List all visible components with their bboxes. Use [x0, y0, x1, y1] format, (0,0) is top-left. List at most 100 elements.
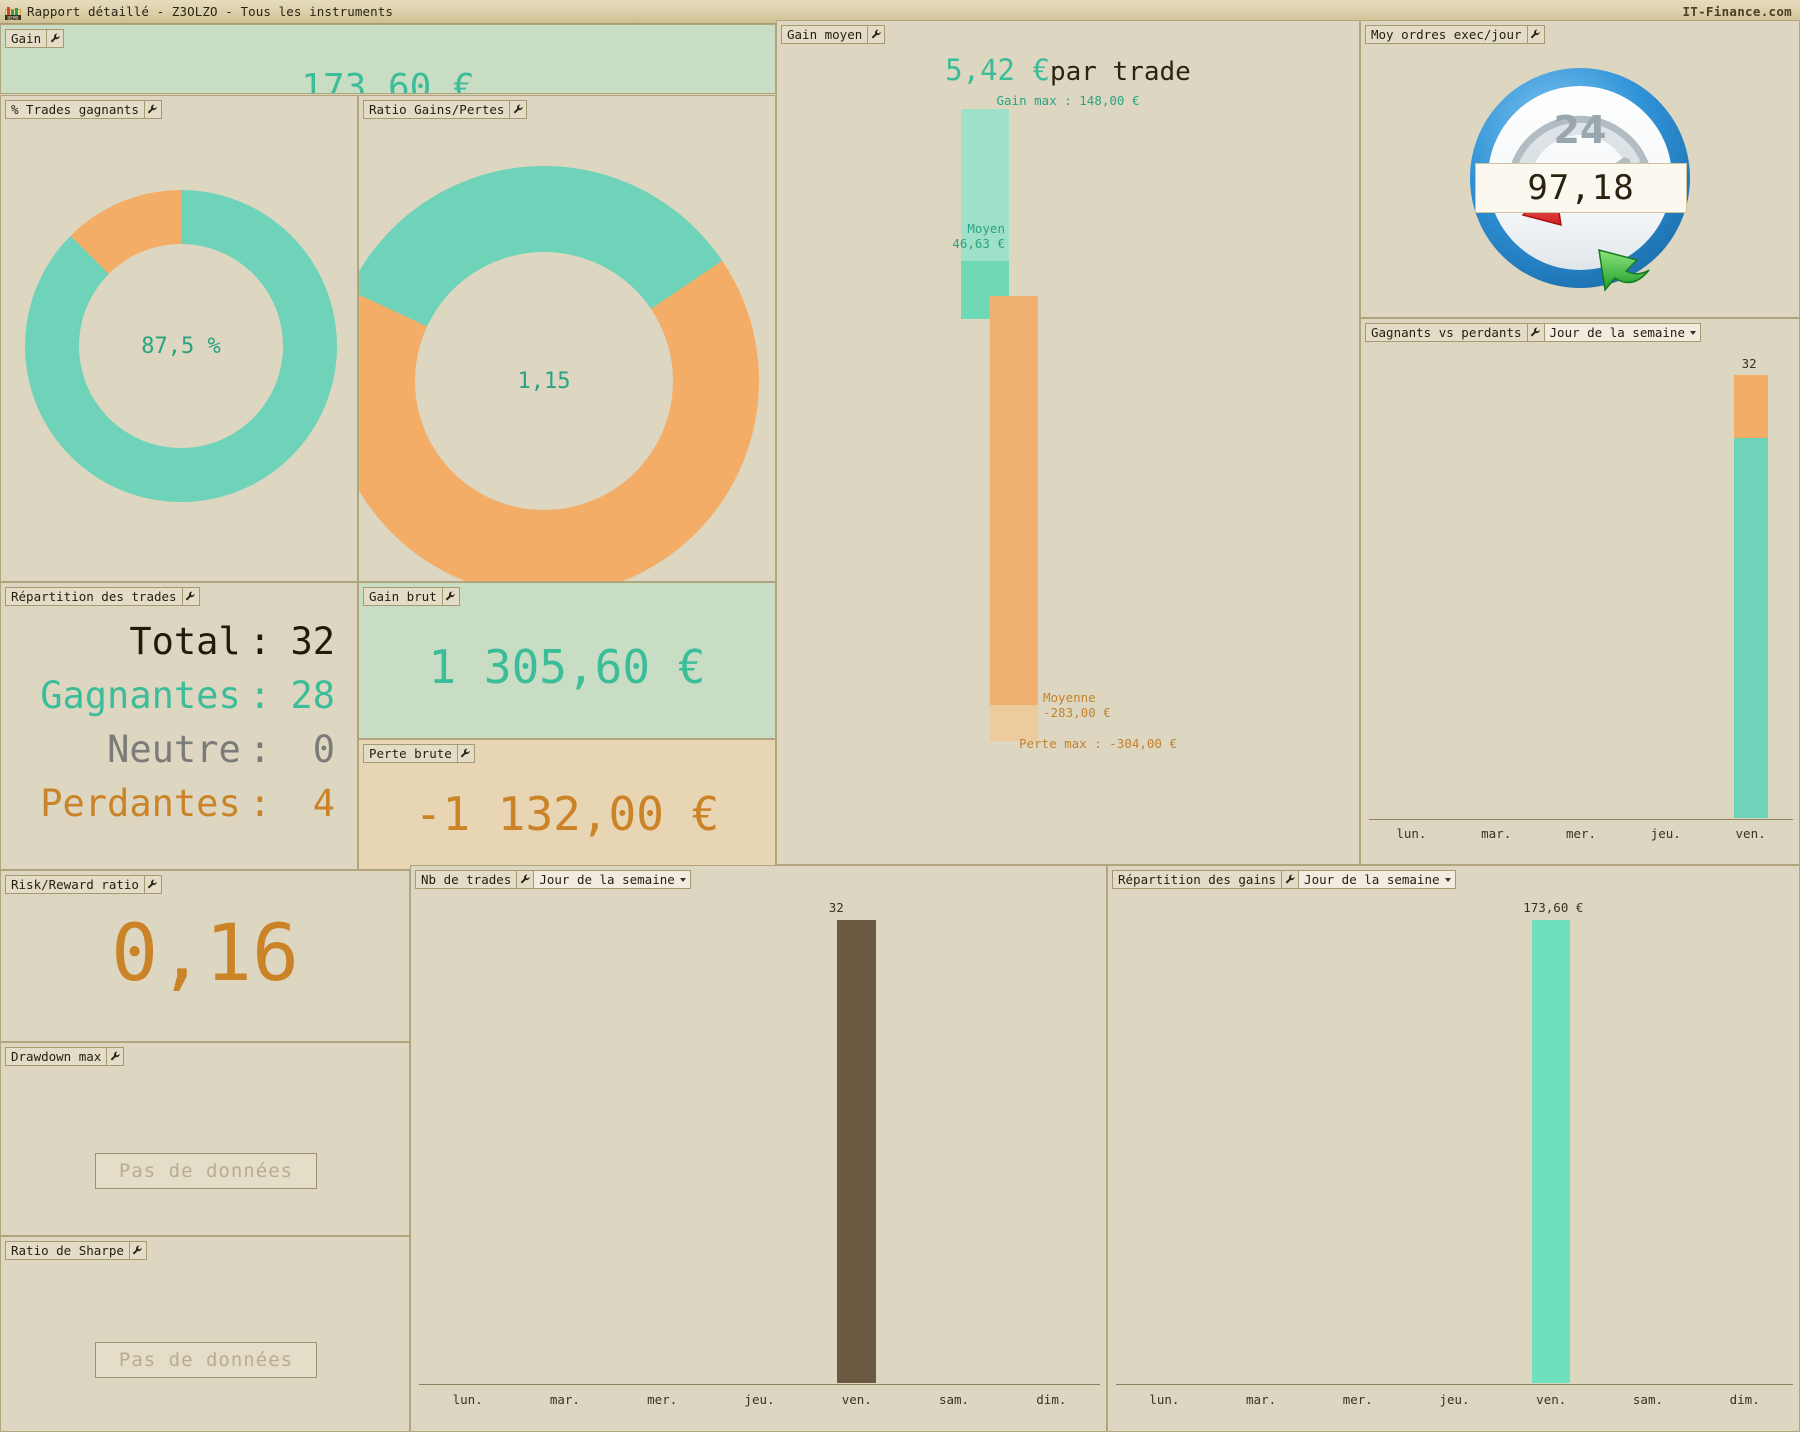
- tick-ven: ven.: [841, 1392, 872, 1407]
- panel-repartition-gains[interactable]: Répartition des gains Jour de la semaine…: [1107, 865, 1800, 1432]
- panel-ratio-header[interactable]: Ratio Gains/Pertes: [363, 100, 528, 119]
- risk-reward-value: 0,16: [111, 909, 299, 999]
- panel-nb-de-trades[interactable]: Nb de trades Jour de la semaine 32 lun. …: [410, 865, 1107, 1432]
- panel-repartition-gains-title: Répartition des gains: [1112, 870, 1283, 889]
- perte-brute-value: -1 132,00 €: [414, 787, 720, 841]
- repartition-gains-dropdown[interactable]: Jour de la semaine: [1299, 870, 1456, 889]
- nbt-axis: [419, 1384, 1100, 1385]
- panel-nb-de-trades-header[interactable]: Nb de trades Jour de la semaine: [415, 870, 691, 889]
- gagnants-vs-perdants-dropdown[interactable]: Jour de la semaine: [1544, 323, 1701, 342]
- stat-value: 0: [312, 728, 335, 771]
- tick-mar: mar.: [1481, 826, 1512, 841]
- panel-repartition-gains-header[interactable]: Répartition des gains Jour de la semaine: [1112, 870, 1456, 889]
- panel-ratio-gains-pertes[interactable]: Ratio Gains/Pertes 1,15: [358, 95, 776, 582]
- panel-drawdown-max-title: Drawdown max: [5, 1047, 108, 1066]
- moyen-label: Moyen: [967, 221, 1005, 236]
- svg-text:DEMO: DEMO: [7, 15, 18, 20]
- tick-jeu: jeu.: [1650, 826, 1681, 841]
- panel-gagnants-vs-perdants-title: Gagnants vs perdants: [1365, 323, 1528, 342]
- chevron-down-icon: [1444, 877, 1451, 882]
- tick-sam: sam.: [1632, 1392, 1663, 1407]
- panel-perte-brute-header[interactable]: Perte brute: [363, 744, 475, 763]
- panel-nb-de-trades-title: Nb de trades: [415, 870, 518, 889]
- panel-risk-reward[interactable]: Risk/Reward ratio 0,16: [0, 870, 410, 1042]
- panel-ratio-title: Ratio Gains/Pertes: [363, 100, 511, 119]
- window-title-text: Rapport détaillé - Z3OLZO - Tous les ins…: [27, 4, 394, 19]
- ratio-sharpe-empty-button[interactable]: Pas de données: [95, 1342, 317, 1378]
- wrench-icon[interactable]: [442, 587, 460, 606]
- wrench-icon[interactable]: [144, 100, 162, 119]
- wrench-icon[interactable]: [1282, 870, 1300, 889]
- stat-value: 28: [290, 674, 335, 717]
- tick-dim: dim.: [1036, 1392, 1067, 1407]
- gvp-bar-data-label: 32: [1741, 356, 1757, 371]
- dropdown-label: Jour de la semaine: [1549, 325, 1685, 340]
- panel-repartition-trades-header[interactable]: Répartition des trades: [5, 587, 200, 606]
- gvp-axis: [1369, 819, 1793, 820]
- report-demo-icon: DEMO: [5, 5, 21, 21]
- panel-gain-moyen[interactable]: Gain moyen 5,42 € par trade Gain max : 1…: [776, 20, 1360, 865]
- panel-perte-brute[interactable]: Perte brute -1 132,00 €: [358, 739, 776, 870]
- panel-ratio-sharpe[interactable]: Ratio de Sharpe Pas de données: [0, 1236, 410, 1432]
- tick-mar: mar.: [549, 1392, 580, 1407]
- wrench-icon[interactable]: [517, 870, 535, 889]
- trades-gagnants-center-value: 87,5 %: [141, 333, 221, 359]
- panel-ratio-sharpe-header[interactable]: Ratio de Sharpe: [5, 1241, 147, 1260]
- tick-dim: dim.: [1729, 1392, 1760, 1407]
- ratio-gains-pertes-donut: 1,15: [359, 166, 759, 581]
- nb-de-trades-dropdown[interactable]: Jour de la semaine: [534, 870, 691, 889]
- panel-gain[interactable]: Gain 173,60 €: [0, 24, 776, 94]
- panel-gain-brut[interactable]: Gain brut 1 305,60 €: [358, 582, 776, 739]
- gain-max-label: Gain max : 148,00 €: [996, 93, 1140, 108]
- repartition-trades-stats: Total : 32 Gagnantes : 28 Neutre : 0 Per…: [1, 615, 357, 831]
- stat-row-gagnantes: Gagnantes : 28: [1, 669, 357, 723]
- gain-moyen-headline: 5,42 € par trade: [777, 53, 1359, 87]
- panel-trades-gagnants-header[interactable]: % Trades gagnants: [5, 100, 162, 119]
- panel-drawdown-max-header[interactable]: Drawdown max: [5, 1047, 125, 1066]
- stat-label: Perdantes: [40, 782, 241, 825]
- drawdown-max-empty-button[interactable]: Pas de données: [95, 1153, 317, 1189]
- chevron-down-icon: [679, 877, 686, 882]
- panel-gain-brut-header[interactable]: Gain brut: [363, 587, 460, 606]
- wrench-icon[interactable]: [107, 1047, 125, 1066]
- clock-hour-number: 24: [1554, 108, 1607, 152]
- wrench-icon[interactable]: [47, 29, 65, 48]
- panel-gain-moyen-header[interactable]: Gain moyen: [781, 25, 886, 44]
- wrench-icon[interactable]: [129, 1241, 147, 1260]
- rdg-bar-ven: [1532, 920, 1571, 1383]
- panel-ratio-sharpe-title: Ratio de Sharpe: [5, 1241, 130, 1260]
- panel-moy-ordres-header[interactable]: Moy ordres exec/jour: [1365, 25, 1545, 44]
- wrench-icon[interactable]: [1527, 25, 1545, 44]
- wrench-icon[interactable]: [1527, 323, 1545, 342]
- wrench-icon[interactable]: [510, 100, 528, 119]
- panel-drawdown-max[interactable]: Drawdown max Pas de données: [0, 1042, 410, 1236]
- panel-trades-gagnants[interactable]: % Trades gagnants 87,5 %: [0, 95, 358, 582]
- wrench-icon[interactable]: [457, 744, 475, 763]
- panel-repartition-trades[interactable]: Répartition des trades Total : 32 Gagnan…: [0, 582, 358, 870]
- brand-label: IT-Finance.com: [1682, 4, 1792, 19]
- panel-moy-ordres[interactable]: Moy ordres exec/jour 24 97,18: [1360, 20, 1800, 318]
- panel-gain-header[interactable]: Gain: [5, 29, 65, 48]
- wrench-icon[interactable]: [144, 875, 162, 894]
- trades-gagnants-donut: 87,5 %: [25, 190, 337, 502]
- nbt-tick-labels: lun. mar. mer. jeu. ven. sam. dim.: [419, 1392, 1100, 1407]
- tick-lun: lun.: [1149, 1392, 1180, 1407]
- rdg-axis: [1116, 1384, 1793, 1385]
- panel-risk-reward-header[interactable]: Risk/Reward ratio: [5, 875, 162, 894]
- gvp-bar-gagnants: [1733, 438, 1768, 818]
- panel-repartition-trades-title: Répartition des trades: [5, 587, 183, 606]
- gvp-tick-labels: lun. mar. mer. jeu. ven.: [1369, 826, 1793, 841]
- panel-gagnants-vs-perdants-header[interactable]: Gagnants vs perdants Jour de la semaine: [1365, 323, 1701, 342]
- tick-ven: ven.: [1536, 1392, 1567, 1407]
- wrench-icon[interactable]: [868, 25, 886, 44]
- wrench-icon[interactable]: [182, 587, 200, 606]
- moyenne-label: Moyenne: [1043, 690, 1096, 705]
- tick-sam: sam.: [938, 1392, 970, 1407]
- moyen-value: 46,63 €: [952, 236, 1005, 251]
- panel-gagnants-vs-perdants[interactable]: Gagnants vs perdants Jour de la semaine …: [1360, 318, 1800, 865]
- stat-label: Gagnantes: [40, 674, 241, 717]
- panel-gain-moyen-title: Gain moyen: [781, 25, 869, 44]
- tick-mar: mar.: [1246, 1392, 1277, 1407]
- stat-row-neutre: Neutre : 0: [1, 723, 357, 777]
- tick-mer: mer.: [647, 1392, 678, 1407]
